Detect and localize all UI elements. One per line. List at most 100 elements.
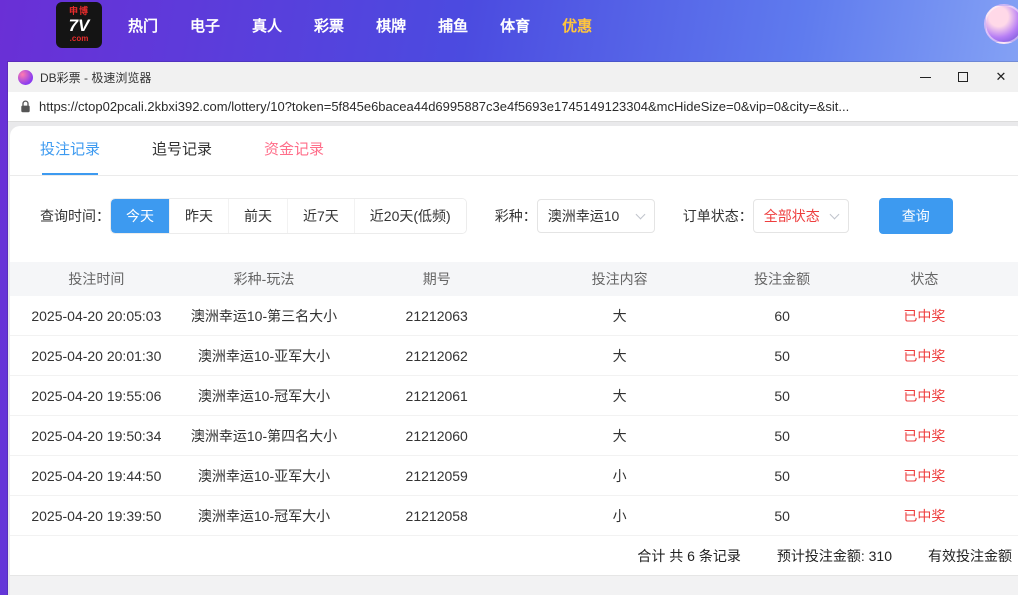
- time-option-last-20-days[interactable]: 近20天(低频): [353, 199, 466, 233]
- cell-game-play: 澳洲幸运10-冠军大小: [197, 387, 331, 404]
- cell-game-play: 澳洲幸运10-第四名大小: [190, 427, 338, 444]
- close-button[interactable]: [982, 64, 1018, 90]
- cell-status: 已中奖: [903, 467, 946, 484]
- time-option-yesterday[interactable]: 昨天: [169, 199, 228, 233]
- cell-status: 已中奖: [903, 507, 946, 524]
- cell-bet-amount: 50: [774, 507, 790, 524]
- logo-main-text: 7V: [68, 16, 90, 35]
- cell-bet-content: 小: [612, 507, 627, 524]
- bet-records-table: 投注时间 彩种-玩法 期号 投注内容 投注金额 状态 2025-04-20 20…: [10, 262, 1018, 536]
- cell-bet-content: 大: [612, 307, 627, 324]
- cell-bet-amount: 50: [774, 427, 790, 444]
- url-text[interactable]: https://ctop02pcali.2kbxi392.com/lottery…: [39, 99, 1016, 114]
- logo-dot-text: .com: [69, 34, 89, 43]
- nav-item-promos[interactable]: 优惠: [562, 15, 592, 36]
- nav-item-board-games[interactable]: 棋牌: [376, 15, 406, 36]
- cell-bet-amount: 50: [774, 467, 790, 484]
- lottery-select-value: 澳洲幸运10: [547, 208, 620, 224]
- summary-total: 合计 共 6 条记录: [637, 547, 741, 564]
- header-bet-amount: 投注金额: [754, 271, 811, 287]
- time-option-today[interactable]: 今天: [111, 199, 169, 233]
- cell-bet-time: 2025-04-20 19:50:34: [31, 427, 162, 444]
- chevron-down-icon: [829, 209, 840, 219]
- order-status-select[interactable]: 全部状态: [752, 199, 849, 233]
- table-row: 2025-04-20 20:01:30 澳洲幸运10-亚军大小 21212062…: [10, 336, 1018, 376]
- table-row: 2025-04-20 19:39:50 澳洲幸运10-冠军大小 21212058…: [10, 496, 1018, 536]
- minimize-icon: [919, 76, 931, 78]
- user-avatar[interactable]: [984, 4, 1018, 44]
- cell-bet-content: 大: [612, 427, 627, 444]
- time-range-group: 今天 昨天 前天 近7天 近20天(低频): [110, 198, 467, 234]
- tab-funds-records[interactable]: 资金记录: [264, 126, 324, 175]
- nav-item-hot[interactable]: 热门: [128, 15, 158, 36]
- cell-bet-content: 大: [612, 387, 627, 404]
- status-filter-label: 订单状态：: [682, 208, 753, 224]
- site-logo[interactable]: 申博 7V .com: [56, 2, 102, 48]
- cell-status: 已中奖: [903, 307, 946, 324]
- cell-bet-content: 大: [612, 347, 627, 364]
- window-title: DB彩票 - 极速浏览器: [40, 70, 152, 85]
- cell-bet-content: 小: [612, 467, 627, 484]
- bottom-strip: [10, 576, 1018, 595]
- cell-bet-time: 2025-04-20 19:39:50: [31, 507, 162, 524]
- lock-icon: [21, 100, 30, 113]
- browser-favicon-icon: [18, 69, 33, 85]
- cell-bet-amount: 50: [774, 387, 790, 404]
- summary-bar: 合计 共 6 条记录 预计投注金额: 310 有效投注金额: [10, 536, 1018, 576]
- header-bet-content: 投注内容: [591, 271, 648, 287]
- nav-item-lottery[interactable]: 彩票: [314, 15, 344, 36]
- cell-issue: 21212061: [405, 387, 468, 404]
- summary-valid-amount: 有效投注金额: [928, 547, 1012, 564]
- table-row: 2025-04-20 19:44:50 澳洲幸运10-亚军大小 21212059…: [10, 456, 1018, 496]
- table-row: 2025-04-20 19:55:06 澳洲幸运10-冠军大小 21212061…: [10, 376, 1018, 416]
- cell-status: 已中奖: [903, 347, 946, 364]
- nav-items: 热门 电子 真人 彩票 棋牌 捕鱼 体育 优惠: [128, 15, 592, 36]
- nav-item-fishing[interactable]: 捕鱼: [438, 15, 468, 36]
- window-titlebar[interactable]: DB彩票 - 极速浏览器: [8, 62, 1018, 92]
- logo-top-text: 申博: [68, 6, 89, 16]
- lottery-panel: 投注记录 追号记录 资金记录 查询时间： 今天 昨天 前天 近7天 近20天(低…: [10, 126, 1018, 595]
- cell-game-play: 澳洲幸运10-亚军大小: [197, 347, 331, 364]
- search-button[interactable]: 查询: [878, 198, 953, 234]
- nav-item-slots[interactable]: 电子: [190, 15, 220, 36]
- cell-bet-amount: 60: [774, 307, 790, 324]
- time-option-day-before[interactable]: 前天: [228, 199, 287, 233]
- cell-game-play: 澳洲幸运10-第三名大小: [190, 307, 338, 324]
- maximize-icon: [958, 72, 968, 82]
- minimize-button[interactable]: [906, 64, 944, 90]
- maximize-button[interactable]: [944, 64, 982, 90]
- header-bet-time: 投注时间: [68, 271, 125, 287]
- tab-chase-records[interactable]: 追号记录: [152, 126, 212, 175]
- cell-game-play: 澳洲幸运10-亚军大小: [197, 467, 331, 484]
- header-game-play: 彩种-玩法: [233, 271, 295, 287]
- header-issue: 期号: [422, 271, 451, 287]
- address-bar[interactable]: https://ctop02pcali.2kbxi392.com/lottery…: [8, 92, 1018, 122]
- chevron-down-icon: [635, 209, 646, 219]
- lottery-filter-label: 彩种：: [494, 208, 537, 224]
- header-status: 状态: [910, 271, 939, 287]
- status-select-value: 全部状态: [763, 208, 820, 224]
- cell-bet-time: 2025-04-20 20:01:30: [31, 347, 162, 364]
- cell-issue: 21212059: [405, 467, 468, 484]
- cell-bet-time: 2025-04-20 20:05:03: [31, 307, 162, 324]
- cell-issue: 21212062: [405, 347, 468, 364]
- browser-window: DB彩票 - 极速浏览器 https://ctop02pcali.2kbxi39…: [8, 62, 1018, 595]
- cell-bet-time: 2025-04-20 19:55:06: [31, 387, 162, 404]
- nav-item-live[interactable]: 真人: [252, 15, 282, 36]
- cell-game-play: 澳洲幸运10-冠军大小: [197, 507, 331, 524]
- cell-issue: 21212058: [405, 507, 468, 524]
- cell-status: 已中奖: [903, 427, 946, 444]
- time-filter-label: 查询时间：: [40, 208, 110, 224]
- record-tabs: 投注记录 追号记录 资金记录: [10, 126, 1018, 176]
- cell-issue: 21212060: [405, 427, 468, 444]
- time-option-last-7-days[interactable]: 近7天: [287, 199, 354, 233]
- table-header-row: 投注时间 彩种-玩法 期号 投注内容 投注金额 状态: [10, 262, 1018, 296]
- filter-bar: 查询时间： 今天 昨天 前天 近7天 近20天(低频) 彩种： 澳洲幸运10 订…: [10, 176, 1018, 254]
- cell-status: 已中奖: [903, 387, 946, 404]
- summary-expected-amount: 预计投注金额: 310: [776, 547, 892, 564]
- nav-item-sports[interactable]: 体育: [500, 15, 530, 36]
- tab-bet-records[interactable]: 投注记录: [40, 126, 100, 175]
- site-nav: 申博 7V .com 热门 电子 真人 彩票 棋牌 捕鱼 体育 优惠: [0, 0, 1018, 50]
- table-row: 2025-04-20 19:50:34 澳洲幸运10-第四名大小 2121206…: [10, 416, 1018, 456]
- lottery-select[interactable]: 澳洲幸运10: [536, 199, 655, 233]
